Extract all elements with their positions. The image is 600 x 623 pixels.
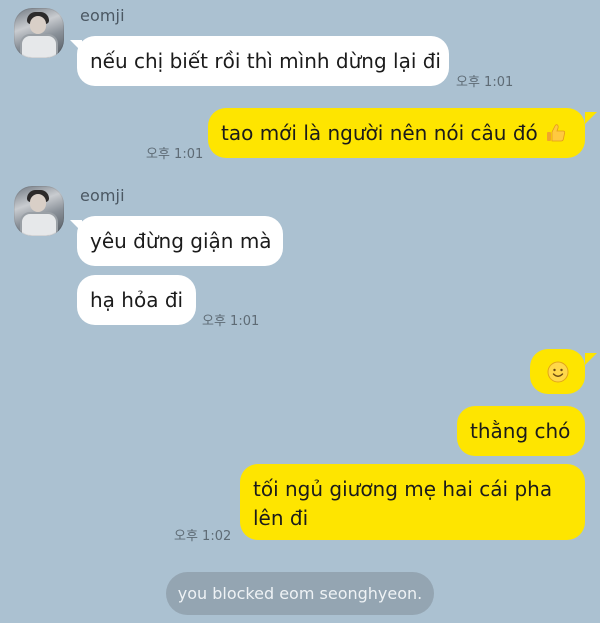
sender-name: eomji	[80, 6, 125, 25]
message-bubble[interactable]: tao mới là người nên nói câu đó	[208, 108, 585, 158]
message-text: thằng chó	[470, 418, 571, 443]
bubble-tail	[585, 112, 597, 124]
message-bubble[interactable]: hạ hỏa đi	[77, 275, 196, 325]
message-bubble[interactable]: thằng chó	[457, 406, 585, 456]
message-bubble[interactable]	[530, 349, 585, 394]
message-bubble[interactable]: nếu chị biết rồi thì mình dừng lại đi	[77, 36, 449, 86]
message-text: tao mới là người nên nói câu đó	[221, 120, 538, 145]
message-timestamp: 오후 1:01	[146, 147, 204, 162]
sender-name: eomji	[80, 186, 125, 205]
message-bubble[interactable]: tối ngủ giương mẹ hai cái pha lên đi	[240, 464, 585, 540]
smiling-face-icon	[547, 361, 568, 382]
message-bubble[interactable]: yêu đừng giận mà	[77, 216, 283, 266]
thumbs-up-icon	[546, 124, 565, 142]
chat-room: eomji nếu chị biết rồi thì mình dừng lại…	[0, 0, 600, 623]
message-timestamp: 오후 1:02	[174, 529, 232, 544]
message-text: nếu chị biết rồi thì mình dừng lại đi	[90, 48, 441, 73]
message-timestamp: 오후 1:01	[202, 314, 260, 329]
bubble-tail	[585, 353, 597, 365]
message-text: yêu đừng giận mà	[90, 228, 272, 253]
message-text: hạ hỏa đi	[90, 287, 184, 312]
avatar[interactable]	[14, 186, 64, 236]
blocked-notice: you blocked eom seonghyeon.	[166, 572, 434, 615]
message-text: tối ngủ giương mẹ hai cái pha lên đi	[253, 477, 553, 530]
message-timestamp: 오후 1:01	[456, 75, 514, 90]
avatar[interactable]	[14, 8, 64, 58]
